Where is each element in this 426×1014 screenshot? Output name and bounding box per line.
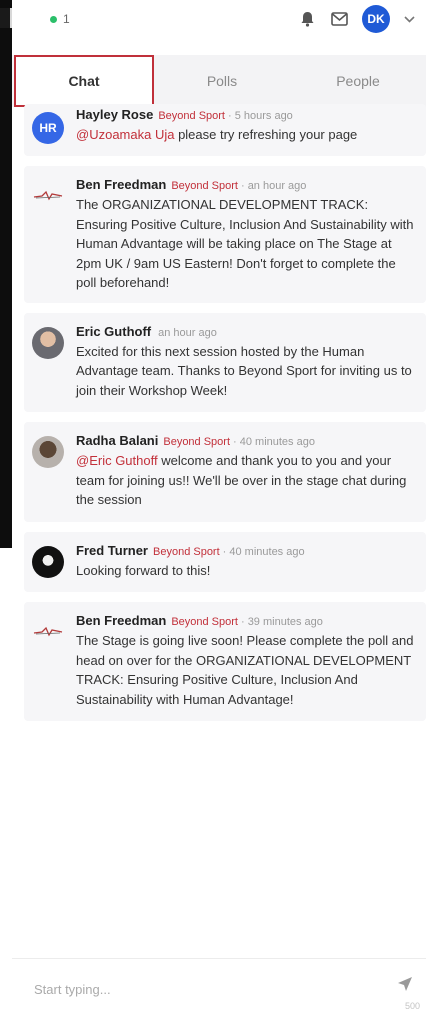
tab-chat[interactable]: Chat xyxy=(14,55,154,107)
user-avatar[interactable]: DK xyxy=(362,5,390,33)
timestamp: · an hour ago xyxy=(240,180,307,192)
author-name[interactable]: Ben Freedman xyxy=(76,613,166,628)
message-item: Eric Guthoff an hour ago Excited for this… xyxy=(24,312,426,412)
message-item: Fred Turner Beyond Sport · 40 minutes ago … xyxy=(24,531,426,592)
author-name[interactable]: Hayley Rose xyxy=(76,107,153,122)
avatar[interactable] xyxy=(32,545,64,578)
avatar[interactable]: HR xyxy=(32,112,64,144)
chat-panel: 1 DK Chat Polls People HR Hayley Rose Bey… xyxy=(12,0,426,1014)
mention-link[interactable]: @Uzoamaka Uja xyxy=(76,127,174,142)
message-text: Excited for this next session hosted by … xyxy=(76,343,412,398)
online-count: 1 xyxy=(63,12,70,26)
tab-people[interactable]: People xyxy=(290,55,426,107)
message-item: Radha Balani Beyond Sport · 40 minutes ago… xyxy=(24,422,426,522)
author-org: Beyond Sport xyxy=(153,545,220,558)
timestamp: · 40 minutes ago xyxy=(222,545,305,558)
background-video-strip xyxy=(0,0,12,548)
message-item: Ben Freedman Beyond Sport · 39 minutes ago… xyxy=(24,602,426,721)
char-counter: 500 xyxy=(404,1001,420,1011)
top-actions: DK xyxy=(298,5,416,33)
tab-bar: Chat Polls People xyxy=(12,55,426,107)
message-text: Looking forward to this! xyxy=(76,562,211,578)
author-name[interactable]: Eric Guthoff xyxy=(76,324,151,339)
avatar[interactable] xyxy=(32,326,64,359)
chevron-down-icon[interactable] xyxy=(404,13,416,25)
brand-logo-icon[interactable] xyxy=(32,180,64,212)
message-list: HR Hayley Rose Beyond Sport · 5 hours ago … xyxy=(24,104,426,731)
timestamp: an hour ago xyxy=(158,326,217,339)
author-org: Beyond Sport xyxy=(163,436,231,448)
mail-icon[interactable] xyxy=(330,10,348,28)
message-text: The ORGANIZATIONAL DEVELOPMENT TRACK: En… xyxy=(76,197,414,290)
online-dot-icon xyxy=(50,15,57,23)
message-item: Ben Freedman Beyond Sport · an hour ago Th… xyxy=(24,166,426,303)
timestamp: · 39 minutes ago xyxy=(240,616,323,628)
author-name[interactable]: Fred Turner xyxy=(76,543,148,558)
timestamp: · 40 minutes ago xyxy=(233,436,315,448)
top-bar: 1 DK xyxy=(12,0,426,38)
message-item: HR Hayley Rose Beyond Sport · 5 hours ago … xyxy=(24,104,426,156)
online-indicator: 1 xyxy=(50,12,70,26)
collapse-handle[interactable] xyxy=(0,8,12,28)
brand-logo-icon[interactable] xyxy=(32,616,64,648)
message-text: The Stage is going live soon! Please com… xyxy=(76,633,414,707)
author-name[interactable]: Radha Balani xyxy=(76,433,158,448)
author-name[interactable]: Ben Freedman xyxy=(76,177,166,192)
mention-link[interactable]: @Eric Guthoff xyxy=(76,453,158,468)
message-composer: 500 xyxy=(12,958,426,1014)
send-icon[interactable] xyxy=(396,975,414,993)
message-input[interactable] xyxy=(34,977,374,1001)
message-text: please try refreshing your page xyxy=(174,127,358,142)
bell-icon[interactable] xyxy=(298,10,316,28)
avatar[interactable] xyxy=(32,436,64,468)
author-org: Beyond Sport xyxy=(171,180,238,192)
tab-polls[interactable]: Polls xyxy=(154,55,290,107)
author-org: Beyond Sport xyxy=(171,616,238,628)
timestamp: · 5 hours ago xyxy=(227,110,293,122)
author-org: Beyond Sport xyxy=(158,110,225,122)
